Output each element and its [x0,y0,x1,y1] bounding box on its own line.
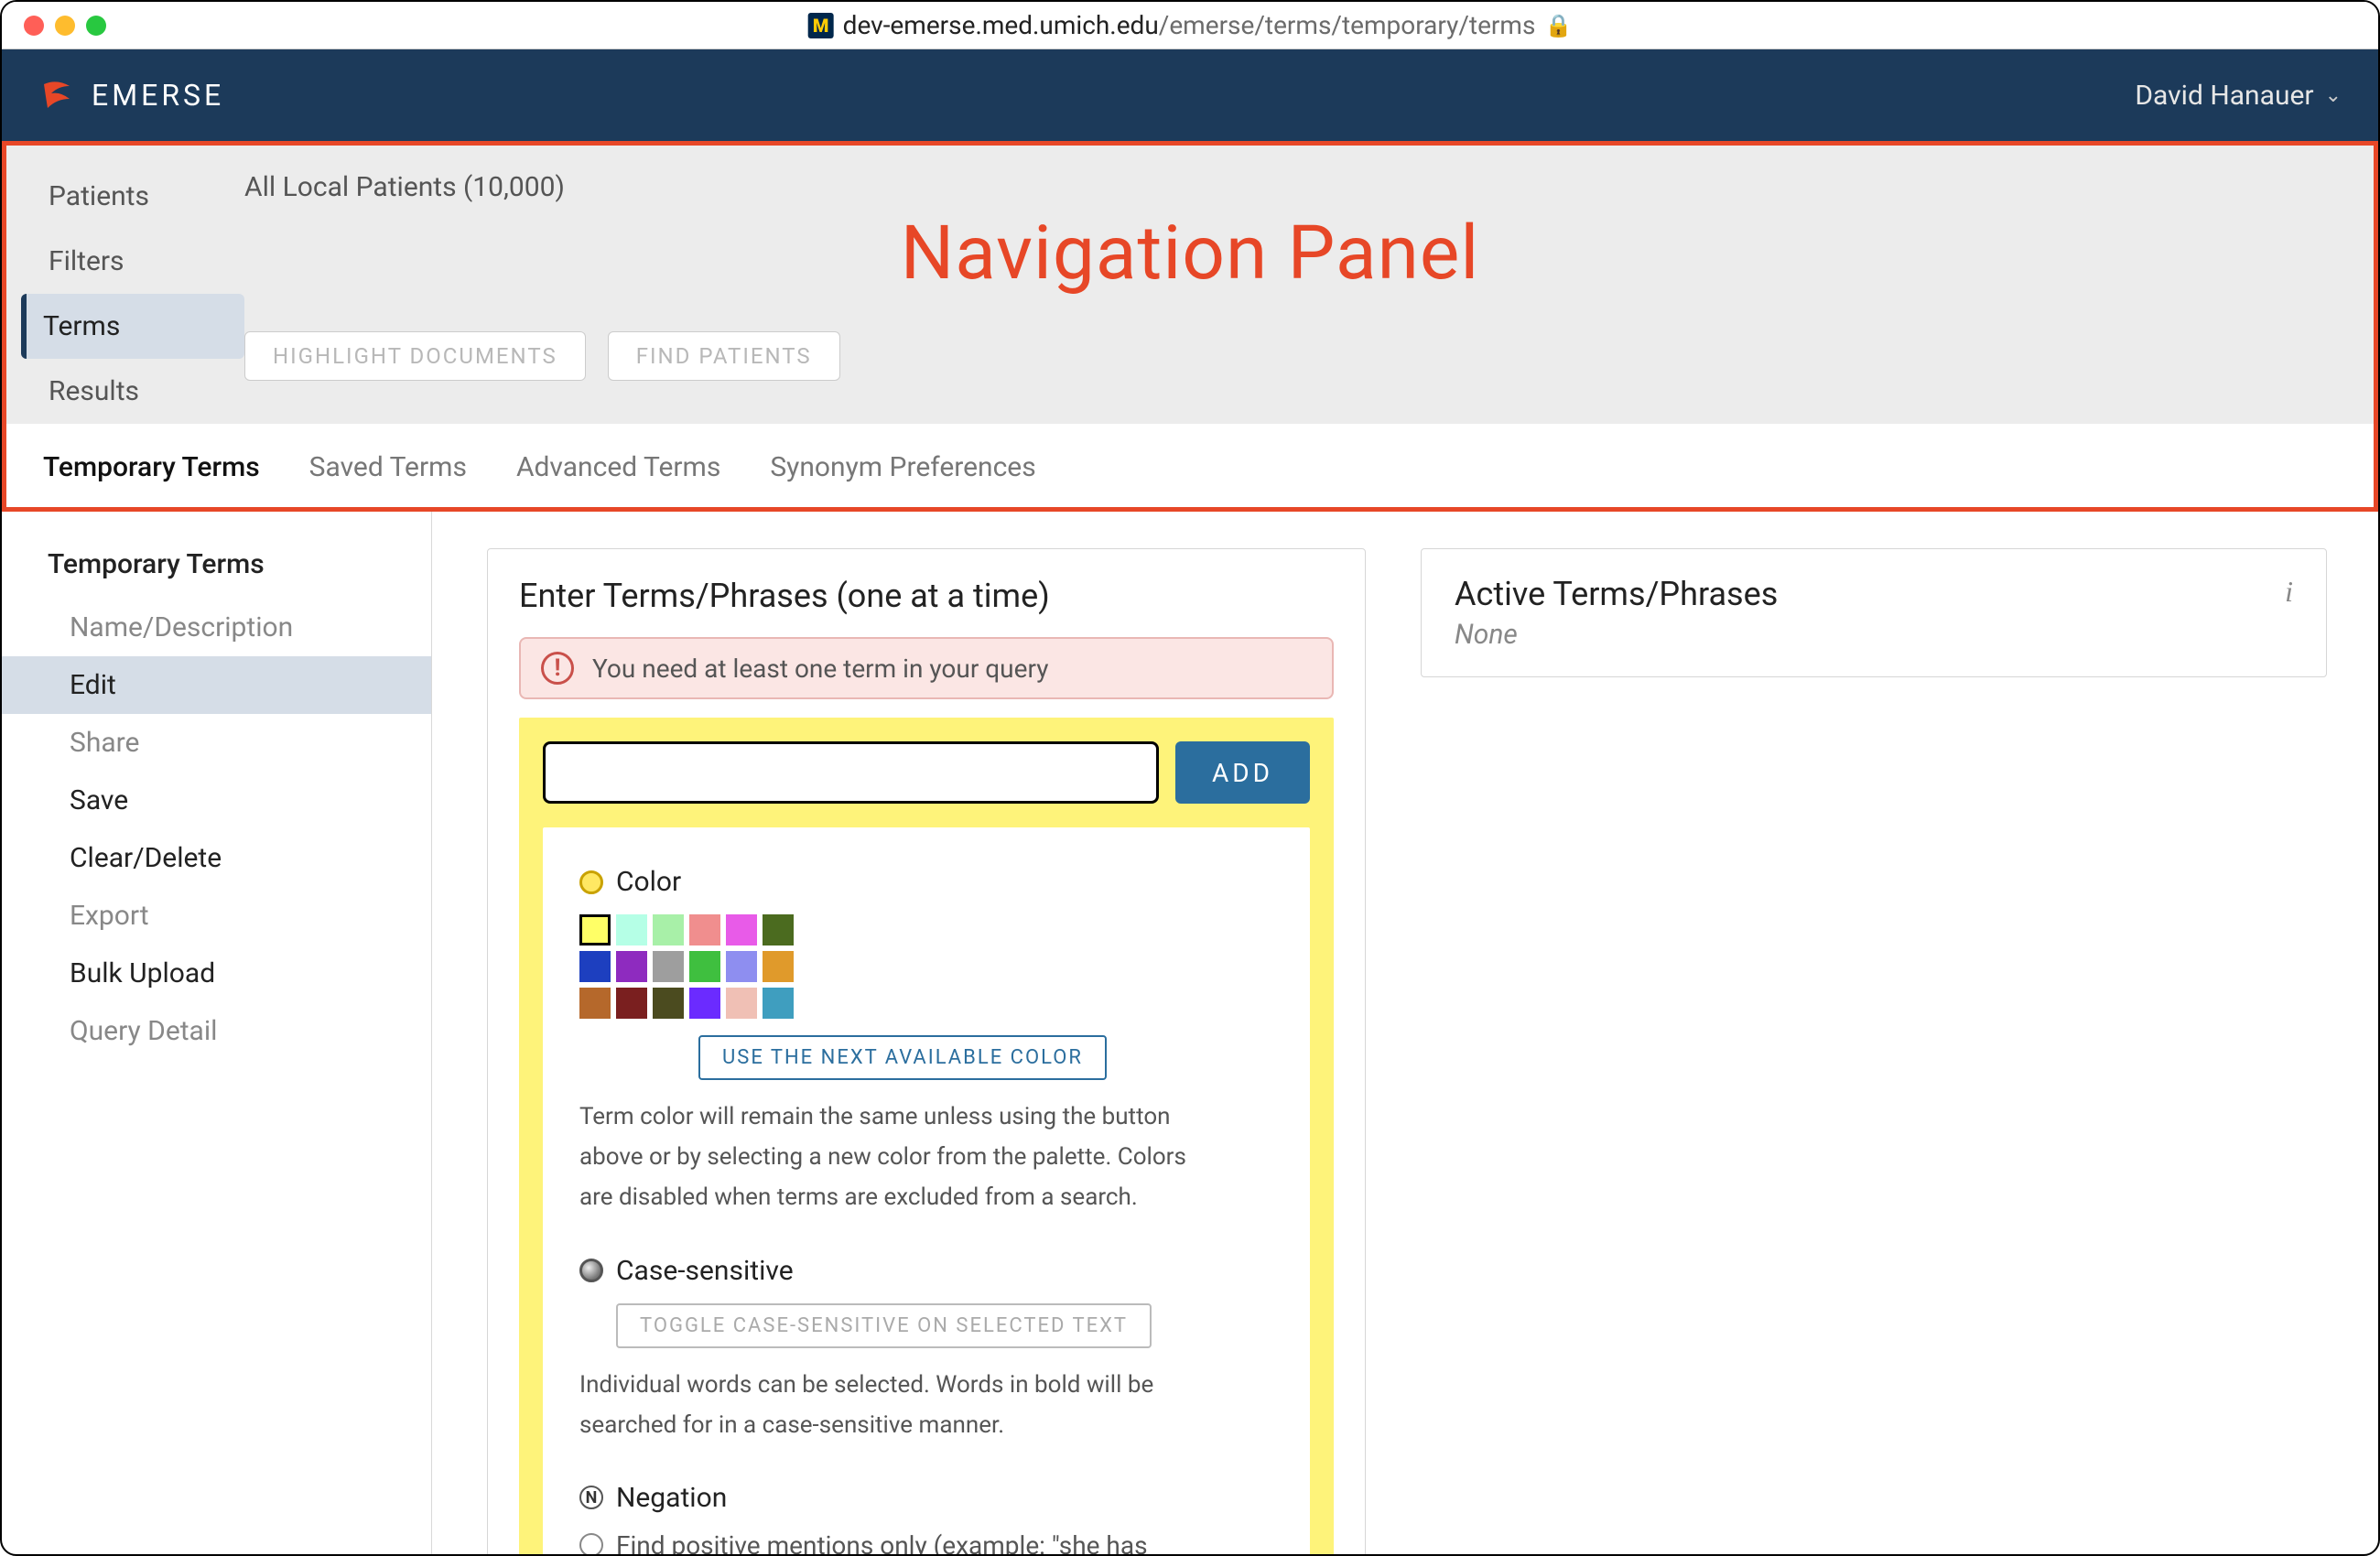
address-bar[interactable]: M dev-emerse.med.umich.edu/emerse/terms/… [808,10,1573,40]
color-swatch[interactable] [579,951,611,982]
sidebar-heading: Temporary Terms [48,548,431,580]
nav-item-results[interactable]: Results [43,359,244,424]
brand-name: EMERSE [92,78,224,113]
color-swatch[interactable] [579,988,611,1019]
close-window-button[interactable] [24,16,44,36]
negation-section-heading: N Negation [579,1482,1273,1514]
color-swatch[interactable] [689,951,720,982]
patient-context-label: All Local Patients (10,000) [244,171,2374,203]
maximize-window-button[interactable] [86,16,106,36]
active-terms-none: None [1455,619,2293,651]
color-swatch[interactable] [616,951,647,982]
sidebar-item-bulk-upload[interactable]: Bulk Upload [48,945,431,1002]
color-swatch[interactable] [579,914,611,945]
color-heading-label: Color [616,866,681,898]
use-next-color-button[interactable]: USE THE NEXT AVAILABLE COLOR [698,1035,1107,1080]
active-terms-heading: Active Terms/Phrases [1455,575,1778,613]
user-name: David Hanauer [2135,80,2313,112]
alert-icon: ! [541,652,574,685]
term-editor-block: ADD Color USE THE NEXT AVAILABLE COLOR T… [519,718,1334,1556]
url-domain: dev-emerse.med.umich.edu [843,10,1159,40]
negation-heading-label: Negation [616,1482,727,1514]
radio-icon [579,1533,603,1556]
find-patients-button[interactable]: FIND PATIENTS [608,331,840,381]
subtab-synonym-preferences[interactable]: Synonym Preferences [770,451,1035,483]
highlight-documents-button[interactable]: HIGHLIGHT DOCUMENTS [244,331,586,381]
color-swatch-grid [579,914,817,1019]
color-swatch[interactable] [653,914,684,945]
sidebar-item-export[interactable]: Export [48,887,431,945]
color-swatch[interactable] [616,988,647,1019]
negation-option-label: Find positive mentions only (example: "s… [616,1530,1148,1556]
sidebar-item-clear-delete[interactable]: Clear/Delete [48,829,431,887]
negation-orb-icon: N [579,1486,603,1509]
color-swatch[interactable] [689,914,720,945]
validation-alert: ! You need at least one term in your que… [519,637,1334,699]
sidebar-item-edit[interactable]: Edit [2,656,431,714]
terms-sidebar: Temporary Terms Name/Description Edit Sh… [2,512,432,1556]
subtab-advanced-terms[interactable]: Advanced Terms [516,451,720,483]
chevron-down-icon: ⌄ [2325,84,2342,107]
color-swatch[interactable] [653,951,684,982]
alert-text: You need at least one term in your query [592,654,1048,684]
enter-terms-heading: Enter Terms/Phrases (one at a time) [488,577,1365,637]
primary-nav: Patients Filters Terms Results [6,146,244,424]
color-swatch[interactable] [763,951,794,982]
nav-item-patients[interactable]: Patients [43,164,244,229]
case-heading-label: Case-sensitive [616,1255,794,1287]
case-help-text: Individual words can be selected. Words … [579,1365,1202,1445]
window-titlebar: M dev-emerse.med.umich.edu/emerse/terms/… [2,2,2378,49]
color-swatch[interactable] [726,914,757,945]
sidebar-item-share[interactable]: Share [48,714,431,772]
toggle-case-sensitive-button[interactable]: TOGGLE CASE-SENSITIVE ON SELECTED TEXT [616,1303,1152,1348]
subtab-saved-terms[interactable]: Saved Terms [309,451,467,483]
color-swatch[interactable] [726,951,757,982]
color-help-text: Term color will remain the same unless u… [579,1097,1202,1218]
navigation-panel: Navigation Panel Patients Filters Terms … [2,141,2378,512]
color-swatch[interactable] [726,988,757,1019]
case-section-heading: Case-sensitive [579,1255,1273,1287]
favicon: M [808,13,834,38]
lock-icon: 🔒 [1544,13,1572,38]
brand-logo-icon [38,77,75,113]
color-orb-icon [579,870,603,894]
add-term-button[interactable]: ADD [1175,741,1310,804]
active-terms-panel: Active Terms/Phrases i None [1421,548,2327,677]
negation-option-positive[interactable]: Find positive mentions only (example: "s… [579,1530,1273,1556]
sidebar-item-save[interactable]: Save [48,772,431,829]
terms-subtabs: Temporary Terms Saved Terms Advanced Ter… [6,424,2374,507]
info-icon[interactable]: i [2285,575,2293,609]
brand[interactable]: EMERSE [38,77,224,113]
case-orb-icon [579,1259,603,1282]
color-swatch[interactable] [763,914,794,945]
minimize-window-button[interactable] [55,16,75,36]
color-swatch[interactable] [653,988,684,1019]
color-swatch[interactable] [763,988,794,1019]
term-options-card: Color USE THE NEXT AVAILABLE COLOR Term … [543,827,1310,1556]
enter-terms-panel: Enter Terms/Phrases (one at a time) ! Yo… [487,548,1366,1556]
sidebar-item-query-detail[interactable]: Query Detail [48,1002,431,1060]
traffic-lights [24,16,106,36]
subtab-temporary-terms[interactable]: Temporary Terms [43,451,260,483]
sidebar-item-name-description[interactable]: Name/Description [48,599,431,656]
user-menu[interactable]: David Hanauer ⌄ [2135,80,2342,112]
url-path: /emerse/terms/temporary/terms [1159,10,1536,40]
color-swatch[interactable] [689,988,720,1019]
term-input[interactable] [543,741,1159,804]
color-section-heading: Color [579,866,1273,898]
nav-item-terms[interactable]: Terms [21,294,244,359]
nav-item-filters[interactable]: Filters [43,229,244,294]
app-navbar: EMERSE David Hanauer ⌄ [2,49,2378,141]
color-swatch[interactable] [616,914,647,945]
